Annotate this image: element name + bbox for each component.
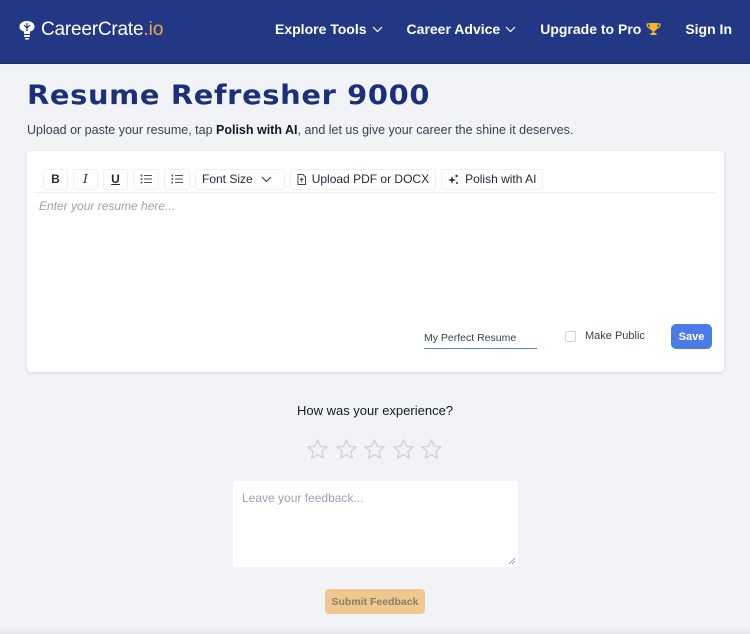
page-title: Resume Refresher 9000	[27, 80, 431, 111]
nav-explore-tools[interactable]: Explore Tools	[275, 21, 383, 37]
brand-tld: .io	[143, 19, 164, 40]
subtitle-text: Upload or paste your resume, tap	[27, 123, 216, 137]
make-public-checkbox[interactable]	[565, 330, 576, 342]
save-button[interactable]: Save	[671, 324, 712, 349]
resume-text-area[interactable]: Enter your resume here...	[39, 199, 175, 213]
underline-button[interactable]: U	[103, 168, 128, 190]
subtitle-emphasis: Polish with AI	[216, 123, 298, 137]
trophy-icon	[646, 23, 661, 35]
chevron-down-icon	[505, 26, 516, 32]
chevron-down-icon	[372, 26, 382, 32]
font-size-label: Font Size	[202, 172, 253, 186]
brand-logo[interactable]: CareerCrate .io	[18, 19, 163, 41]
make-public-label: Make Public	[585, 330, 645, 342]
numbered-list-button[interactable]	[164, 168, 190, 190]
star-icon[interactable]	[420, 438, 443, 461]
resume-editor-card: B I U Font Size Upload PDF or DOCX Polis…	[27, 151, 724, 372]
document-name-input[interactable]	[424, 326, 537, 349]
polish-label: Polish with AI	[465, 172, 537, 186]
bullet-list-icon	[140, 174, 152, 184]
star-icon[interactable]	[335, 438, 358, 461]
bold-button[interactable]: B	[43, 168, 68, 190]
star-icon[interactable]	[392, 438, 415, 461]
file-upload-icon	[297, 173, 306, 185]
nav-label: Upgrade to Pro	[540, 21, 642, 37]
brain-lightbulb-icon	[19, 21, 35, 40]
top-navbar: CareerCrate .io Explore Tools Career Advi…	[0, 0, 750, 64]
page-bottom-edge	[0, 626, 750, 634]
sparkles-icon	[448, 174, 459, 184]
bullet-list-button[interactable]	[133, 168, 159, 190]
nav-label: Sign In	[685, 21, 732, 37]
star-icon[interactable]	[306, 438, 329, 461]
main-nav: Explore Tools Career Advice Upgrade to P…	[275, 21, 732, 37]
subtitle-text: , and let us give your career the shine …	[297, 123, 574, 137]
make-public-toggle[interactable]: Make Public	[565, 330, 645, 342]
toolbar-divider	[35, 192, 716, 193]
editor-toolbar: B I U Font Size Upload PDF or DOCX Polis…	[43, 166, 712, 192]
submit-feedback-button[interactable]: Submit Feedback	[325, 589, 425, 614]
nav-career-advice[interactable]: Career Advice	[407, 21, 517, 37]
font-size-select[interactable]: Font Size	[195, 168, 285, 190]
upload-file-button[interactable]: Upload PDF or DOCX	[289, 168, 437, 190]
numbered-list-icon	[171, 174, 183, 184]
resize-handle-icon[interactable]	[508, 557, 516, 565]
chevron-down-icon	[261, 176, 272, 182]
feedback-placeholder: Leave your feedback...	[242, 491, 364, 505]
star-icon[interactable]	[363, 438, 386, 461]
nav-label: Career Advice	[406, 21, 501, 37]
nav-sign-in[interactable]: Sign In	[685, 21, 732, 37]
feedback-question: How was your experience?	[296, 403, 454, 418]
nav-upgrade-pro[interactable]: Upgrade to Pro	[540, 21, 661, 37]
star-rating	[306, 438, 449, 461]
polish-ai-button[interactable]: Polish with AI	[441, 168, 544, 190]
brand-name: CareerCrate	[41, 19, 144, 40]
upload-label: Upload PDF or DOCX	[311, 172, 430, 186]
page-subtitle: Upload or paste your resume, tap Polish …	[27, 123, 573, 137]
italic-button[interactable]: I	[73, 168, 98, 190]
feedback-textarea[interactable]: Leave your feedback...	[233, 481, 518, 567]
nav-label: Explore Tools	[275, 21, 367, 37]
